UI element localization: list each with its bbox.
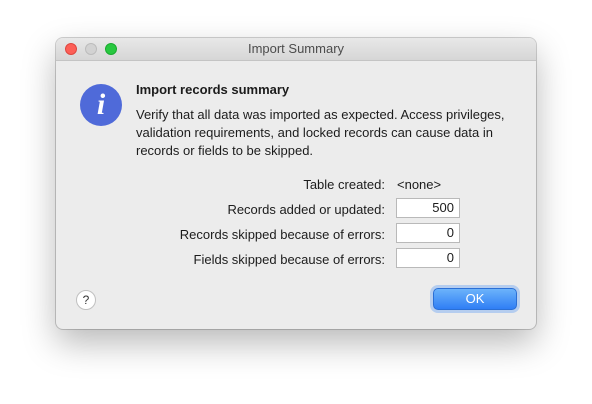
dialog-message: Verify that all data was imported as exp… <box>136 107 505 158</box>
window-title: Import Summary <box>247 41 345 56</box>
table-created-value: <none> <box>397 177 442 192</box>
import-summary-window: Import Summary i Import records summary … <box>56 38 536 329</box>
records-skipped-label: Records skipped because of errors: <box>179 227 385 242</box>
fields-skipped-label: Fields skipped because of errors: <box>193 252 385 267</box>
records-added-label: Records added or updated: <box>227 202 385 217</box>
info-icon: i <box>80 84 122 126</box>
help-button[interactable]: ? <box>76 290 96 310</box>
title-bar[interactable]: Import Summary <box>56 38 536 61</box>
dialog-heading: Import records summary <box>136 82 290 97</box>
records-added-field[interactable]: 500 <box>396 198 460 218</box>
table-created-label: Table created: <box>303 177 385 192</box>
records-skipped-field[interactable]: 0 <box>396 223 460 243</box>
ok-button[interactable]: OK <box>433 288 517 310</box>
fields-skipped-field[interactable]: 0 <box>396 248 460 268</box>
